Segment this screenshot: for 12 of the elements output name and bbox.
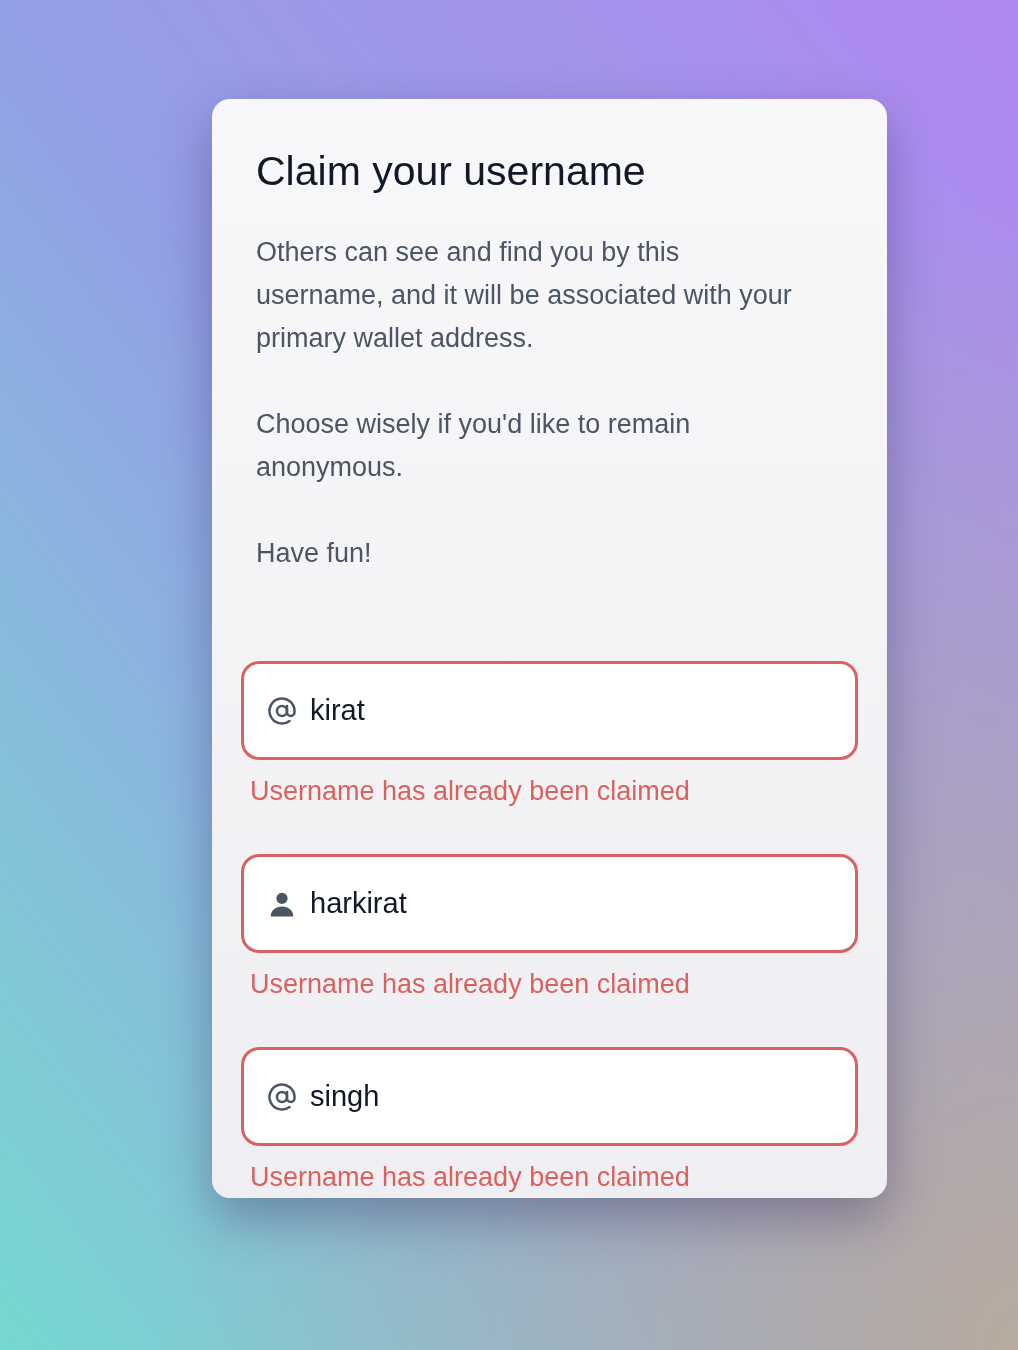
description-text: Others can see and find you by this username, and it will be associated with your primary wallet address. bbox=[256, 236, 793, 355]
error-message: Username has already been claimed bbox=[249, 968, 691, 1001]
card-title: Claim your username bbox=[256, 147, 647, 196]
username-field[interactable]: kirat bbox=[241, 661, 858, 760]
error-message: Username has already been claimed bbox=[249, 1161, 691, 1194]
description-text: Choose wisely if you'd like to remain anonymous. bbox=[256, 408, 692, 484]
error-message: Username has already been claimed bbox=[249, 775, 691, 808]
username-field[interactable]: singh bbox=[241, 1047, 858, 1146]
at-icon bbox=[267, 1082, 297, 1112]
username-field[interactable]: harkirat bbox=[241, 854, 858, 953]
description-text: Have fun! bbox=[256, 537, 373, 570]
at-icon bbox=[267, 696, 297, 726]
